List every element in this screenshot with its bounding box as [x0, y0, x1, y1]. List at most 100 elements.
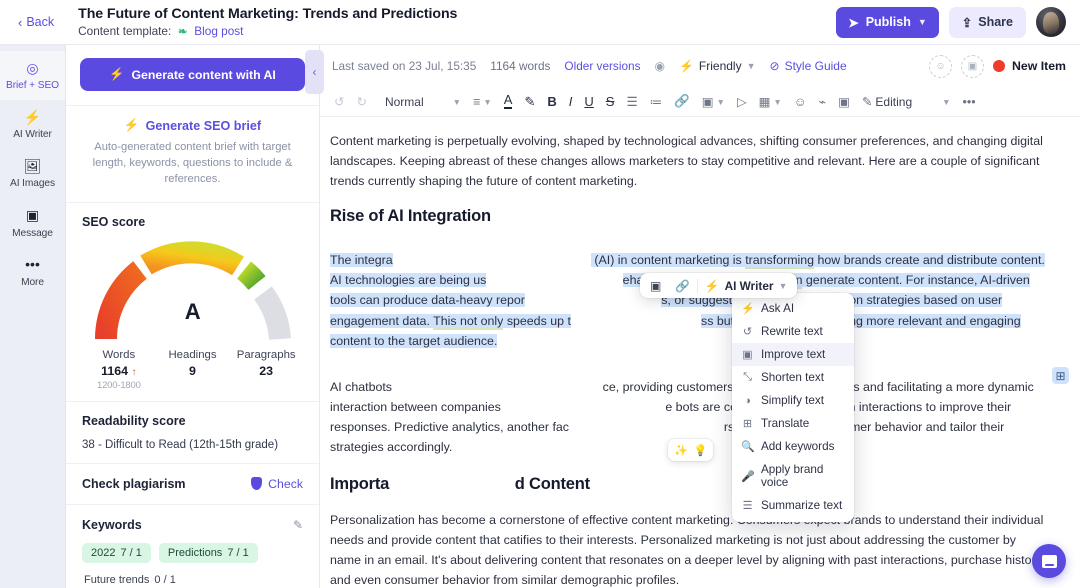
rail-item-message[interactable]: ▣ Message: [0, 199, 65, 248]
numbered-list-button[interactable]: ≔: [644, 91, 669, 112]
video-button[interactable]: ▷: [731, 91, 753, 112]
underline-button[interactable]: U: [578, 91, 599, 112]
shield-icon: [251, 477, 262, 490]
paragraph-ai-1: The integraxxxxxxxxxxxxxxxxxxxxxxxxxxxxx…: [330, 250, 1048, 350]
style-guide-label: Style Guide: [785, 59, 847, 73]
comment-add-icon[interactable]: ▣: [643, 276, 668, 296]
keyword-name: Future trends: [84, 574, 149, 586]
rail-label-message: Message: [12, 228, 53, 239]
back-button[interactable]: ‹ Back: [12, 11, 60, 33]
align-button[interactable]: ≡ ▼: [467, 92, 498, 112]
ai-writer-dropdown-button[interactable]: ⚡ AI Writer ▼: [698, 276, 795, 296]
lightning-icon: ⚡: [109, 67, 124, 82]
emoji-button[interactable]: ☺: [788, 92, 813, 112]
arrow-up-icon: ↑: [132, 367, 137, 378]
bullet-list-button[interactable]: ☰: [620, 91, 643, 112]
publish-label: Publish: [866, 15, 911, 29]
preview-eye-icon[interactable]: ◉: [654, 59, 664, 73]
menu-item-translate[interactable]: ⊞ Translate: [732, 412, 854, 435]
link-icon[interactable]: 🔗: [668, 276, 697, 296]
seo-brief-description: Auto-generated content brief with target…: [84, 140, 301, 188]
page-title: The Future of Content Marketing: Trends …: [78, 6, 836, 22]
stat-words-number: 1164: [101, 364, 128, 378]
link-button[interactable]: 🔗: [668, 91, 696, 112]
table-button[interactable]: ▦ ▼: [753, 91, 788, 112]
add-comment-badge[interactable]: ⊞: [1052, 367, 1069, 384]
stat-headings: Headings 9: [156, 349, 230, 391]
word-count-label: 1164 words: [490, 59, 550, 73]
formatting-toolbar: ↺ ↻ Normal ▼ ≡ ▼ A ✎ B I U S ☰ ≔: [320, 87, 1080, 117]
rail-label-brief-seo: Brief + SEO: [6, 80, 59, 91]
menu-item-add-keywords[interactable]: 🔍 Add keywords: [732, 435, 854, 458]
rail-item-more[interactable]: ••• More: [0, 248, 65, 297]
new-item-button[interactable]: New Item: [993, 59, 1066, 73]
rail-item-ai-images[interactable]: 🖼 AI Images: [0, 149, 65, 198]
chat-support-button[interactable]: [1032, 544, 1066, 578]
editor-meta-bar: Last saved on 23 Jul, 15:35 1164 words O…: [320, 45, 1080, 87]
collapse-panel-button[interactable]: ‹: [305, 50, 324, 94]
topbar-actions: ➤ Publish ▼ ⇪ Share: [836, 7, 1066, 38]
chevron-down-icon: ▼: [483, 97, 491, 107]
toolbar-more-button[interactable]: •••: [957, 92, 982, 112]
menu-item-summarize-text[interactable]: ☰ Summarize text: [732, 494, 854, 517]
highlight-button[interactable]: ✎: [518, 91, 541, 113]
menu-item-simplify-text[interactable]: ◑ Simplify text: [732, 389, 854, 412]
rail-item-ai-writer[interactable]: ⚡ AI Writer: [0, 100, 65, 149]
strikethrough-button[interactable]: S: [600, 91, 621, 112]
image-icon: ▣: [702, 94, 714, 109]
rail-label-ai-images: AI Images: [10, 178, 55, 189]
rail-item-brief-seo[interactable]: ◎ Brief + SEO: [0, 51, 65, 100]
style-guide-button[interactable]: ⊘ Style Guide: [770, 59, 847, 73]
toolbar-overflow-chevron[interactable]: ▼: [936, 94, 956, 110]
menu-item-rewrite-text[interactable]: ↺ Rewrite text: [732, 320, 854, 343]
lightning-icon: ⚡: [705, 279, 720, 293]
share-button[interactable]: ⇪ Share: [949, 7, 1026, 38]
text-color-icon: A: [504, 94, 513, 109]
upload-icon: ⇪: [962, 15, 972, 30]
keyword-chip[interactable]: Future trends0 / 1: [82, 570, 185, 588]
readability-value: 38 - Difficult to Read (12th-15th grade): [82, 439, 303, 451]
rail-label-ai-writer: AI Writer: [13, 129, 52, 140]
keywords-section: Keywords ✎ 20227 / 1 Predictions7 / 1 Fu…: [66, 505, 319, 588]
menu-item-shorten-text[interactable]: ⤡ Shorten text: [732, 366, 854, 389]
add-asset-icon[interactable]: ▣: [961, 55, 984, 78]
generate-content-button[interactable]: ⚡ Generate content with AI: [80, 58, 305, 91]
generate-seo-brief-button[interactable]: ⚡ Generate SEO brief: [84, 118, 301, 133]
template-name-link[interactable]: Blog post: [194, 24, 243, 38]
heading-importance-personalized: Importaxxxxxxxxxxxxxxd Content: [330, 475, 1048, 494]
generate-seo-brief-label: Generate SEO brief: [146, 119, 261, 133]
magic-wand-icon[interactable]: ✨: [674, 444, 688, 457]
idea-bulb-icon[interactable]: 💡: [694, 444, 708, 457]
tone-selector[interactable]: ⚡ Friendly ▼: [679, 59, 756, 73]
undo-button[interactable]: ↺: [328, 91, 350, 112]
menu-label: Simplify text: [761, 394, 824, 407]
sel-text: transforming: [745, 253, 814, 269]
image-button[interactable]: ▣ ▼: [696, 91, 731, 112]
keywords-header: Keywords ✎: [82, 518, 303, 532]
clear-formatting-button[interactable]: ⌁: [813, 91, 833, 112]
bold-button[interactable]: B: [541, 91, 562, 112]
tone-icon: ⚡: [679, 59, 694, 73]
paragraph-style-select[interactable]: Normal ▼: [379, 92, 467, 112]
add-collaborator-icon[interactable]: ☺: [929, 55, 952, 78]
menu-item-improve-text[interactable]: ▣ Improve text: [732, 343, 854, 366]
keyword-name: 2022: [91, 547, 115, 559]
italic-button[interactable]: I: [563, 91, 579, 112]
publish-button[interactable]: ➤ Publish ▼: [836, 7, 939, 38]
document-canvas[interactable]: Content marketing is perpetually evolvin…: [320, 117, 1080, 588]
editing-mode-button[interactable]: ✎ Editing: [856, 91, 918, 112]
older-versions-link[interactable]: Older versions: [564, 59, 640, 73]
edit-keywords-pencil-icon[interactable]: ✎: [293, 518, 303, 532]
redo-button[interactable]: ↻: [350, 91, 372, 112]
inline-suggestion-pills: ✨ 💡: [668, 439, 713, 461]
keyword-chip[interactable]: 20227 / 1: [82, 543, 151, 563]
stat-words-key: Words: [82, 349, 156, 361]
comment-button[interactable]: ▣: [832, 91, 856, 112]
avatar[interactable]: [1036, 7, 1066, 37]
menu-item-apply-brand-voice[interactable]: 🎤 Apply brand voice: [732, 458, 854, 494]
text-color-button[interactable]: A: [498, 91, 519, 112]
check-plagiarism-button[interactable]: Check: [251, 477, 303, 491]
keyword-chip[interactable]: Predictions7 / 1: [159, 543, 258, 563]
menu-item-ask-ai[interactable]: ⚡ Ask AI: [732, 297, 854, 320]
template-label: Content template:: [78, 24, 171, 38]
